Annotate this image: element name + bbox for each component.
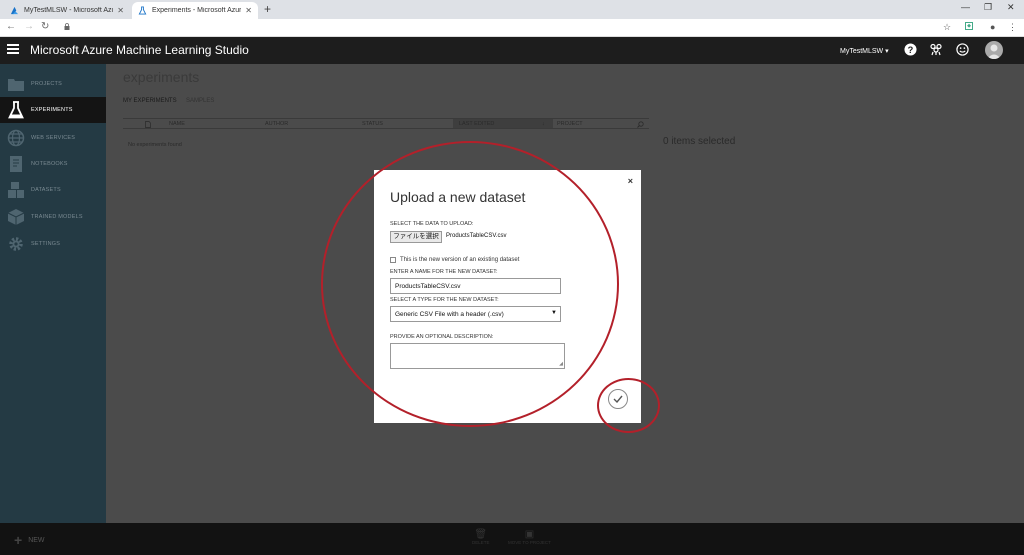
box-icon <box>7 208 25 226</box>
empty-message: No experiments found <box>128 142 182 148</box>
sidebar-item-notebooks[interactable]: NOTEBOOKS <box>0 151 106 177</box>
sidebar-item-experiments[interactable]: EXPERIMENTS <box>0 97 106 123</box>
menu-icon[interactable]: ⋮ <box>1008 22 1017 33</box>
move-label: MOVE TO PROJECT <box>508 540 551 545</box>
tab-my-experiments[interactable]: MY EXPERIMENTS <box>123 98 177 104</box>
svg-text:?: ? <box>907 45 913 55</box>
sidebar-item-label: PROJECTS <box>31 81 62 87</box>
ok-checkmark-button[interactable] <box>608 389 628 409</box>
dataset-name-input[interactable]: ProductsTableCSV.csv <box>390 278 561 294</box>
sidebar-item-label: TRAINED MODELS <box>31 214 83 220</box>
sidebar-item-datasets[interactable]: DATASETS <box>0 177 106 203</box>
forward-icon[interactable]: → <box>24 21 34 32</box>
flask-icon <box>7 101 25 119</box>
dialog-title: Upload a new dataset <box>390 189 526 205</box>
restore-icon[interactable]: ❐ <box>984 2 992 13</box>
move-to-project-button[interactable]: ▣ MOVE TO PROJECT <box>508 529 551 545</box>
dataset-type-value: Generic CSV File with a header (.csv) <box>395 311 504 318</box>
new-tab-icon[interactable]: + <box>264 2 271 16</box>
trash-icon: 🗑 <box>474 529 488 540</box>
notebook-icon <box>7 155 25 173</box>
column-name[interactable]: NAME <box>169 121 185 127</box>
move-icon: ▣ <box>524 529 535 540</box>
flask-icon <box>138 6 147 15</box>
bottom-command-bar: + NEW 🗑 DELETE ▣ MOVE TO PROJECT <box>0 523 1024 555</box>
window-close-icon[interactable]: ✕ <box>1007 2 1015 13</box>
sidebar-item-projects[interactable]: PROJECTS <box>0 71 106 97</box>
sidebar-item-label: NOTEBOOKS <box>31 161 68 167</box>
globe-icon <box>7 129 25 147</box>
tab-title: Experiments - Microsoft Azure M <box>152 7 242 14</box>
delete-label: DELETE <box>472 540 490 545</box>
browser-tab-experiments[interactable]: Experiments - Microsoft Azure M ✕ <box>132 2 258 19</box>
column-status[interactable]: STATUS <box>362 121 383 127</box>
column-project[interactable]: PROJECT <box>557 121 583 127</box>
column-last-edited[interactable]: LAST EDITED <box>459 121 494 127</box>
lock-icon <box>64 23 70 32</box>
page-title: experiments <box>123 69 200 85</box>
app-header: Microsoft Azure Machine Learning Studio … <box>0 37 1024 64</box>
upload-dataset-dialog: × Upload a new dataset SELECT THE DATA T… <box>374 170 641 423</box>
tab-title: MyTestMLSW - Microsoft Azure <box>24 7 114 14</box>
extension-icon[interactable]: ◆ <box>965 22 973 30</box>
sort-down-icon[interactable]: ↓ <box>542 121 545 127</box>
name-label: ENTER A NAME FOR THE NEW DATASET: <box>390 269 498 275</box>
back-icon[interactable]: ← <box>6 21 16 32</box>
browser-tabstrip: MyTestMLSW - Microsoft Azure ✕ Experimen… <box>0 0 1024 19</box>
sidebar-item-label: SETTINGS <box>31 241 61 247</box>
tab-samples[interactable]: SAMPLES <box>186 98 214 104</box>
new-version-checkbox[interactable] <box>390 257 396 263</box>
sidebar-item-trained-models[interactable]: TRAINED MODELS <box>0 204 106 230</box>
hamburger-menu-icon[interactable] <box>7 44 19 54</box>
browser-addressbar: ← → ↻ ☆ ◆ ● ⋮ <box>0 19 1024 37</box>
azure-logo-icon <box>10 6 19 15</box>
selection-count: 0 items selected <box>663 136 736 147</box>
search-icon[interactable] <box>637 121 644 130</box>
close-icon[interactable]: ✕ <box>117 6 124 15</box>
feedback-smiley-icon[interactable] <box>955 43 969 57</box>
new-label: NEW <box>28 536 45 544</box>
sidebar-item-label: EXPERIMENTS <box>31 107 73 113</box>
minimize-icon[interactable]: — <box>961 2 970 12</box>
workspace-selector[interactable]: MyTestMLSW ▾ <box>840 47 889 55</box>
profile-icon[interactable]: ● <box>990 22 995 32</box>
description-label: PROVIDE AN OPTIONAL DESCRIPTION: <box>390 334 494 340</box>
sidebar-item-label: WEB SERVICES <box>31 135 76 141</box>
delete-button[interactable]: 🗑 DELETE <box>472 529 490 545</box>
cubes-icon <box>7 181 25 199</box>
dataset-type-select[interactable]: Generic CSV File with a header (.csv) ▼ <box>390 306 561 322</box>
document-icon <box>145 121 151 130</box>
plus-icon: + <box>14 532 23 548</box>
help-icon[interactable]: ? <box>903 43 917 57</box>
new-version-label: This is the new version of an existing d… <box>400 257 520 263</box>
browser-tab-mytestmlsw[interactable]: MyTestMLSW - Microsoft Azure ✕ <box>4 2 130 19</box>
community-icon[interactable] <box>929 43 943 57</box>
reload-icon[interactable]: ↻ <box>41 21 49 32</box>
table-header: NAME AUTHOR STATUS LAST EDITED ↓ PROJECT <box>123 118 649 129</box>
sidebar-item-web-services[interactable]: WEB SERVICES <box>0 125 106 151</box>
gear-icon <box>7 235 25 253</box>
description-textarea[interactable]: ◢ <box>390 343 565 369</box>
sidebar-item-label: DATASETS <box>31 187 61 193</box>
checkmark-icon <box>613 395 623 403</box>
url-bar[interactable] <box>58 21 948 35</box>
close-icon[interactable]: ✕ <box>245 6 252 15</box>
app-title: Microsoft Azure Machine Learning Studio <box>30 43 249 57</box>
avatar[interactable] <box>985 41 1003 59</box>
close-icon[interactable]: × <box>628 176 633 186</box>
new-button[interactable]: + NEW <box>14 532 45 548</box>
type-label: SELECT A TYPE FOR THE NEW DATASET: <box>390 297 499 303</box>
sidebar-item-settings[interactable]: SETTINGS <box>0 231 106 257</box>
resize-grip-icon[interactable]: ◢ <box>559 361 563 367</box>
column-author[interactable]: AUTHOR <box>265 121 288 127</box>
folder-icon <box>7 75 25 93</box>
selected-file-name: ProductsTableCSV.csv <box>446 233 507 239</box>
sidebar: PROJECTS EXPERIMENTS WEB SERVICES NOTEBO… <box>0 64 106 523</box>
star-icon[interactable]: ☆ <box>943 22 951 33</box>
chevron-down-icon: ▼ <box>551 310 557 316</box>
choose-file-button[interactable]: ファイルを選択 <box>390 231 442 243</box>
select-data-label: SELECT THE DATA TO UPLOAD: <box>390 221 474 227</box>
